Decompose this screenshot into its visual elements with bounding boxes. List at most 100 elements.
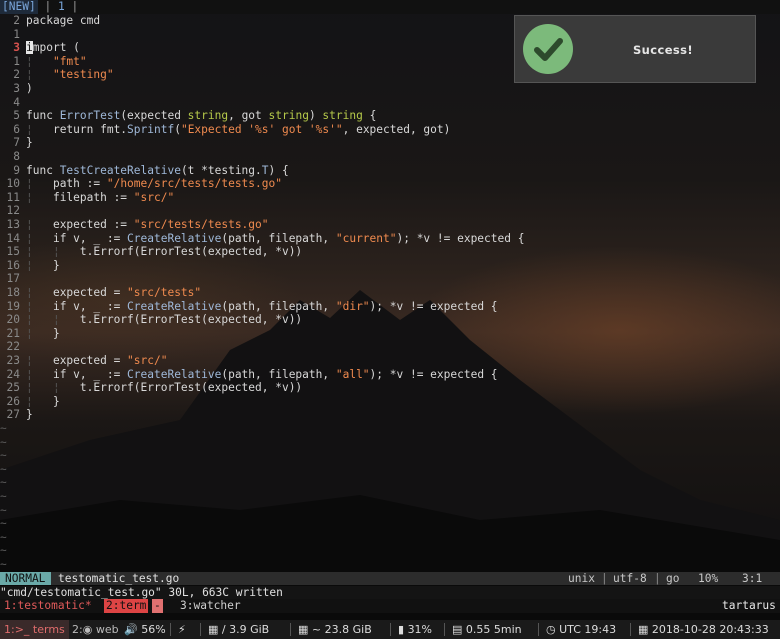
code-line: ¦ "testing" — [26, 68, 114, 82]
code-line: ¦ path := "/home/src/tests/tests.go" — [26, 177, 282, 191]
string-literal: "fmt" — [52, 54, 87, 68]
code-line: ) — [26, 82, 33, 95]
line-number: 17 — [6, 272, 20, 286]
line-number: 11 — [6, 190, 20, 204]
notification-text: Success! — [633, 43, 694, 57]
code-text: mport ( — [32, 41, 80, 55]
tmux-window-3[interactable]: 3:watcher — [180, 599, 241, 613]
line-number: 5 — [13, 109, 20, 123]
file-format: unix — [568, 572, 595, 585]
line-number: 27 — [6, 408, 20, 422]
string-literal: "src/tests" — [127, 286, 202, 299]
code-line: ¦ } — [26, 258, 60, 272]
code-line: import ( — [26, 41, 80, 55]
string-literal: "/home/src/tests/tests.go" — [106, 177, 282, 191]
string-literal: "testing" — [52, 68, 114, 82]
date-time: ▦ 2018-10-28 20:43:33 — [638, 623, 769, 636]
code-line: ¦ ¦ t.Errorf(ErrorTest(expected, *v)) — [26, 381, 303, 395]
code-line: ¦ "fmt" — [26, 54, 87, 68]
tilde-marker: ~ — [0, 558, 7, 571]
checkmark-icon — [523, 24, 573, 74]
volume-indicator[interactable]: 🔊 56% — [124, 620, 166, 639]
line-number: 19 — [6, 299, 20, 313]
cursor-position: 3:1 — [742, 572, 763, 585]
load-average: ▤ 0.55 5min — [452, 623, 522, 636]
line-number: 10 — [6, 177, 20, 191]
function-name: CreateRelative — [127, 231, 222, 245]
line-number: 1 — [13, 27, 20, 41]
line-number: 25 — [6, 381, 20, 395]
disk-icon: ▦ — [298, 623, 309, 636]
code-line: package cmd — [26, 14, 100, 27]
command-line-message: "cmd/testomatic_test.go" 30L, 663C writt… — [0, 586, 780, 599]
line-number: 9 — [13, 163, 20, 177]
code-line: } — [26, 136, 33, 150]
line-number: 12 — [6, 204, 20, 218]
battery-indicator: ▮ 31% — [398, 623, 433, 636]
line-number: 23 — [6, 354, 20, 367]
function-name: ErrorTest — [59, 109, 121, 123]
power-plug-icon: ⚡ — [178, 623, 186, 636]
disk-icon: ▦ — [208, 623, 219, 636]
mode-indicator: NORMAL — [0, 572, 51, 585]
string-literal: "src/" — [133, 190, 175, 204]
code-line: } — [26, 408, 33, 422]
code-line: ¦ if v, _ := CreateRelative(path, filepa… — [26, 367, 498, 381]
tilde-marker: ~ — [0, 422, 7, 435]
type-name: string — [322, 109, 363, 123]
success-notification[interactable]: Success! — [514, 15, 756, 83]
tab-number[interactable]: 1 — [58, 0, 65, 14]
utc-clock: ◷ UTC 19:43 — [546, 623, 617, 636]
tilde-marker: ~ — [0, 462, 7, 476]
line-number: 4 — [13, 95, 20, 109]
vim-statusline: NORMAL testomatic_test.go unix | utf-8 |… — [0, 572, 780, 585]
function-name: CreateRelative — [127, 299, 222, 313]
status-separator: | — [654, 572, 661, 585]
tilde-marker: ~ — [0, 503, 7, 517]
line-number: 26 — [6, 394, 20, 408]
file-encoding: utf-8 — [613, 572, 647, 585]
tilde-marker: ~ — [0, 490, 7, 503]
line-number: 8 — [13, 150, 20, 163]
string-literal: "src/" — [127, 354, 168, 367]
tmux-status-bar: 1:testomatic* 2:term - 3:watcher tartaru… — [0, 599, 780, 613]
code-line: func ErrorTest(expected string, got stri… — [26, 109, 377, 123]
disk-home: ▦ ~ 23.8 GiB — [298, 623, 372, 636]
function-name: CreateRelative — [127, 367, 222, 381]
line-number: 6 — [13, 122, 20, 136]
workspace-1[interactable]: 1:>_ terms — [0, 620, 69, 639]
line-number: 3 — [13, 82, 20, 95]
tilde-marker: ~ — [0, 544, 7, 558]
code-line: ¦ expected = "src/" — [26, 354, 168, 367]
string-literal: "current" — [335, 231, 397, 245]
code-line: ¦ filepath := "src/" — [26, 190, 175, 204]
line-number: 7 — [13, 136, 20, 150]
clock-icon: ◷ — [546, 623, 556, 636]
tmux-hostname: tartarus — [722, 599, 776, 612]
vim-tabline: [NEW] | 1 | — [0, 0, 780, 14]
text-cursor: i — [26, 41, 33, 55]
scroll-percent: 10% — [698, 572, 719, 585]
battery-icon: ▮ — [398, 623, 405, 636]
type-name: T — [261, 163, 269, 177]
code-line: ¦ ¦ t.Errorf(ErrorTest(expected, *v)) — [26, 245, 303, 259]
code-line: ¦ if v, _ := CreateRelative(path, filepa… — [26, 231, 525, 245]
calendar-icon: ▦ — [638, 623, 649, 636]
line-number: 15 — [6, 245, 20, 259]
tab-new[interactable]: [NEW] — [0, 0, 38, 14]
string-literal: "Expected '%s' got '%s'" — [180, 122, 343, 136]
line-number: 2 — [13, 68, 20, 82]
disk-root: ▦ / 3.9 GiB — [208, 623, 270, 636]
workspace-2[interactable]: 2:◉ web — [72, 620, 119, 639]
line-number: 2 — [13, 14, 20, 27]
keyword: package — [26, 14, 80, 27]
code-line: ¦ expected = "src/tests" — [26, 286, 202, 299]
tmux-window-2[interactable]: 2:term — [104, 599, 149, 613]
code-line: ¦ } — [26, 394, 60, 408]
tilde-marker: ~ — [0, 476, 7, 490]
tmux-window-1[interactable]: 1:testomatic* — [4, 599, 92, 613]
tilde-marker: ~ — [0, 517, 7, 531]
identifier: cmd — [79, 14, 101, 27]
string-literal: "all" — [335, 367, 370, 381]
line-number: 16 — [6, 258, 20, 272]
